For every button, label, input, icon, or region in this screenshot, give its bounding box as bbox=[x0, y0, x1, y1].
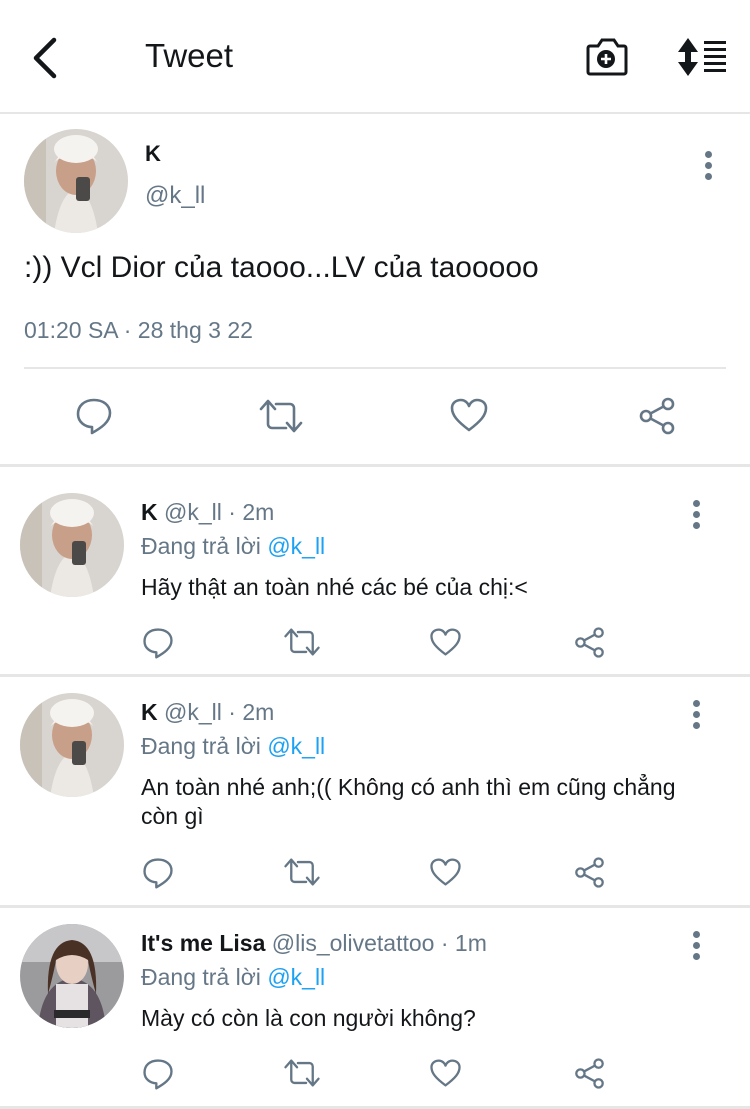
author-name[interactable]: K bbox=[145, 141, 161, 167]
author-name[interactable]: It's me Lisa bbox=[141, 930, 265, 956]
page-title: Tweet bbox=[145, 37, 234, 74]
comment-icon[interactable] bbox=[142, 1058, 174, 1090]
heart-icon[interactable] bbox=[449, 397, 489, 433]
comment-icon[interactable] bbox=[75, 397, 113, 435]
comment-icon[interactable] bbox=[142, 857, 174, 889]
reply-meta: It's me Lisa @lis_olivetattoo · 1m bbox=[141, 930, 487, 957]
comment-icon[interactable] bbox=[142, 627, 174, 659]
divider bbox=[24, 367, 726, 369]
back-chevron-icon[interactable] bbox=[28, 36, 64, 80]
retweet-icon[interactable] bbox=[258, 398, 304, 434]
more-vertical-icon[interactable] bbox=[691, 931, 701, 961]
more-vertical-icon[interactable] bbox=[703, 151, 713, 181]
reply-meta: K @k_ll · 2m bbox=[141, 499, 274, 526]
top-bar: Tweet bbox=[0, 0, 750, 114]
reply-tweet[interactable]: It's me Lisa @lis_olivetattoo · 1m Đang … bbox=[0, 908, 750, 1109]
author-name[interactable]: K bbox=[141, 699, 158, 725]
main-tweet: K @k_ll :)) Vcl Dior của taooo...LV của … bbox=[0, 114, 750, 467]
more-vertical-icon[interactable] bbox=[691, 700, 701, 730]
reply-time: · 2m bbox=[221, 699, 275, 725]
more-vertical-icon[interactable] bbox=[691, 500, 701, 530]
reply-text: Hãy thật an toàn nhé các bé của chị:< bbox=[141, 574, 528, 600]
author-handle[interactable]: @lis_olivetattoo bbox=[272, 930, 435, 956]
author-handle[interactable]: @k_ll bbox=[145, 182, 205, 210]
share-icon[interactable] bbox=[573, 626, 606, 659]
camera-plus-icon[interactable] bbox=[584, 36, 628, 78]
share-icon[interactable] bbox=[637, 396, 677, 436]
tweet-text: :)) Vcl Dior của taooo...LV của taooooo bbox=[24, 251, 539, 284]
author-handle[interactable]: @k_ll bbox=[164, 499, 222, 525]
heart-icon[interactable] bbox=[429, 1058, 462, 1088]
reply-text: Mày có còn là con người không? bbox=[141, 1005, 476, 1031]
avatar[interactable] bbox=[20, 693, 124, 797]
reply-tweet[interactable]: K @k_ll · 2m Đang trả lời @k_ll Hãy thật… bbox=[0, 467, 750, 677]
replying-to: Đang trả lời @k_ll bbox=[141, 533, 325, 560]
retweet-icon[interactable] bbox=[283, 857, 321, 887]
heart-icon[interactable] bbox=[429, 627, 462, 657]
share-icon[interactable] bbox=[573, 856, 606, 889]
author-handle[interactable]: @k_ll bbox=[164, 699, 222, 725]
retweet-icon[interactable] bbox=[283, 627, 321, 657]
heart-icon[interactable] bbox=[429, 857, 462, 887]
tweet-timestamp: 01:20 SA · 28 thg 3 22 bbox=[24, 317, 253, 343]
reply-tweet[interactable]: K @k_ll · 2m Đang trả lời @k_ll An toàn … bbox=[0, 677, 750, 908]
replying-label: Đang trả lời bbox=[141, 533, 268, 559]
replying-label: Đang trả lời bbox=[141, 733, 268, 759]
avatar[interactable] bbox=[24, 129, 128, 233]
reply-time: · 2m bbox=[221, 499, 275, 525]
sort-icon[interactable] bbox=[676, 36, 728, 78]
mention-link[interactable]: @k_ll bbox=[267, 533, 325, 559]
replying-to: Đang trả lời @k_ll bbox=[141, 964, 325, 991]
reply-meta: K @k_ll · 2m bbox=[141, 699, 274, 726]
reply-time: · 1m bbox=[434, 930, 487, 956]
mention-link[interactable]: @k_ll bbox=[267, 733, 325, 759]
avatar[interactable] bbox=[20, 493, 124, 597]
mention-link[interactable]: @k_ll bbox=[267, 964, 325, 990]
reply-text: An toàn nhé anh;(( Không có anh thì em c… bbox=[141, 774, 676, 829]
author-name[interactable]: K bbox=[141, 499, 158, 525]
replying-label: Đang trả lời bbox=[141, 964, 268, 990]
retweet-icon[interactable] bbox=[283, 1058, 321, 1088]
share-icon[interactable] bbox=[573, 1057, 606, 1090]
replying-to: Đang trả lời @k_ll bbox=[141, 733, 325, 760]
avatar[interactable] bbox=[20, 924, 124, 1028]
